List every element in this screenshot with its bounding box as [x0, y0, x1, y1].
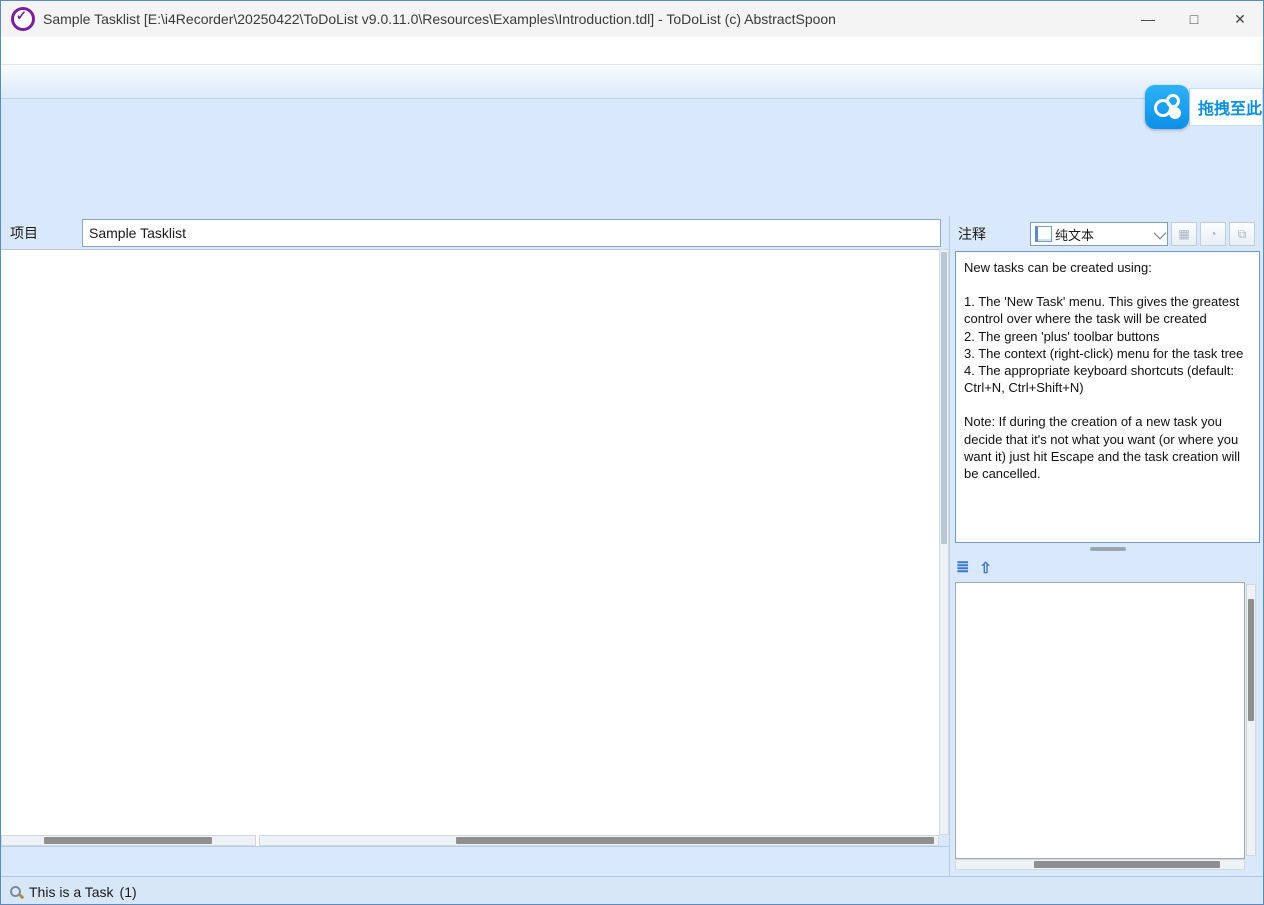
attribute-grid	[955, 582, 1245, 859]
attr-sort-icon[interactable]: ⇧	[979, 561, 992, 576]
project-input[interactable]: Sample Tasklist	[82, 219, 941, 247]
insert-datetime-button[interactable]: ⧉	[1229, 222, 1255, 246]
maximize-button[interactable]: □	[1171, 1, 1217, 37]
attr-vscrollbar[interactable]	[1246, 584, 1256, 856]
insert-time-button[interactable]: ◔	[1200, 222, 1226, 246]
comments-label: 注释	[950, 224, 1030, 244]
todolist-window: Sample Tasklist [E:\i4Recorder\20250422\…	[0, 0, 1264, 905]
view-tab-bar	[1, 846, 949, 876]
title-bar: Sample Tasklist [E:\i4Recorder\20250422\…	[1, 1, 1263, 38]
project-label: 项目	[1, 223, 82, 243]
project-row: 项目 Sample Tasklist	[1, 216, 949, 249]
netdisk-drag-label: 拖拽至此上	[1189, 88, 1263, 126]
status-task-count: (1)	[120, 884, 137, 900]
right-panel: 注释 纯文本 ▦ ◔ ⧉ New tasks can be created us…	[949, 216, 1264, 879]
tree-hscrollbar[interactable]	[1, 835, 256, 846]
netdisk-icon	[1145, 85, 1189, 129]
comments-text[interactable]: New tasks can be created using: 1. The '…	[955, 251, 1260, 543]
insert-date-button[interactable]: ▦	[1171, 222, 1197, 246]
toolbar	[1, 65, 1263, 99]
netdisk-drag-badge[interactable]: 拖拽至此上	[1145, 85, 1263, 129]
window-title: Sample Tasklist [E:\i4Recorder\20250422\…	[43, 11, 836, 27]
close-button[interactable]: ✕	[1217, 1, 1263, 37]
table-hscrollbar[interactable]	[259, 835, 939, 846]
search-icon	[9, 885, 23, 899]
notepad-icon	[1035, 226, 1052, 242]
attr-group-icon[interactable]: ≣	[956, 560, 969, 576]
task-tree-table	[1, 249, 939, 847]
splitter-handle[interactable]	[1090, 547, 1126, 551]
app-logo-icon	[11, 7, 35, 31]
status-bar: This is a Task (1)	[1, 876, 1263, 905]
table-vscrollbar[interactable]	[939, 249, 949, 835]
comments-format-select[interactable]: 纯文本	[1030, 222, 1168, 246]
filter-panel	[1, 99, 1263, 216]
minimize-button[interactable]: —	[1125, 1, 1171, 37]
attr-hscrollbar[interactable]	[955, 859, 1245, 870]
status-task-title: This is a Task	[29, 884, 114, 900]
menu-bar	[1, 37, 1263, 65]
chevron-down-icon	[1154, 226, 1167, 239]
comments-format-value: 纯文本	[1055, 225, 1150, 244]
